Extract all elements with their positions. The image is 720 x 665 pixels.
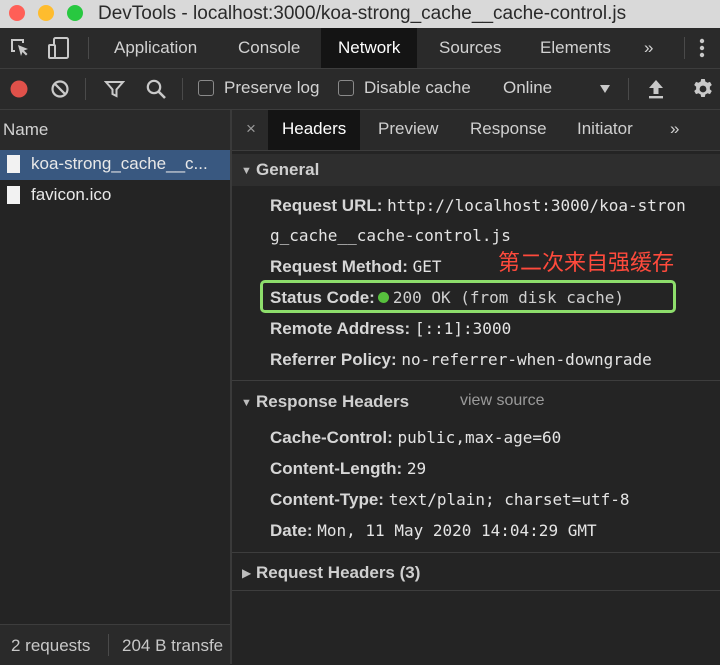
response-headers-section-header[interactable]: ▼ Response Headers view source (232, 386, 720, 418)
search-icon[interactable] (145, 78, 167, 100)
toolbar-separator (684, 37, 685, 59)
request-headers-section-header[interactable]: ▶ Request Headers (3) (232, 557, 720, 589)
general-section-title: General (256, 160, 320, 179)
dropdown-arrow-icon[interactable] (599, 84, 611, 94)
summary-separator (108, 634, 109, 656)
tab-response[interactable]: Response (456, 110, 561, 150)
clear-icon[interactable] (50, 79, 70, 99)
status-code-key: Status Code: (270, 288, 375, 307)
content-type-key: Content-Type: (270, 490, 384, 509)
network-toolbar: Preserve log Disable cache Online (0, 69, 720, 110)
toolbar-separator (628, 78, 629, 100)
file-icon (7, 186, 20, 204)
view-source-link[interactable]: view source (460, 392, 544, 410)
status-ok-dot-icon (377, 292, 389, 303)
request-headers-title: Request Headers (3) (256, 563, 421, 582)
content-type-row: Content-Type: text/plain; charset=utf-8 (270, 490, 630, 510)
section-divider (232, 552, 720, 553)
tab-network[interactable]: Network (321, 28, 418, 68)
request-url-key: Request URL: (270, 196, 383, 215)
settings-icon[interactable] (691, 77, 715, 101)
request-list-panel: Name koa-strong_cache__c... favicon.ico … (0, 110, 230, 665)
toolbar-separator (88, 37, 89, 59)
expand-down-icon: ▼ (241, 165, 252, 177)
remote-address-value: [::1]:3000 (414, 319, 512, 338)
request-url-row: Request URL: http://localhost:3000/koa-s… (270, 196, 686, 216)
referrer-policy-value: no-referrer-when-downgrade (401, 350, 652, 369)
request-url-value-cont: g_cache__cache-control.js (270, 226, 511, 245)
content-type-value: text/plain; charset=utf-8 (388, 490, 630, 509)
date-row: Date: Mon, 11 May 2020 14:04:29 GMT (270, 521, 597, 541)
disable-cache-label: Disable cache (364, 78, 471, 97)
tab-initiator[interactable]: Initiator (563, 110, 647, 150)
toolbar-separator (85, 78, 86, 100)
request-name: koa-strong_cache__c... (31, 154, 208, 173)
window-title: DevTools - localhost:3000/koa-strong_cac… (98, 3, 627, 24)
cache-annotation: 第二次来自强缓存 (498, 251, 675, 276)
preserve-log-checkbox[interactable] (198, 80, 214, 96)
throttling-select[interactable]: Online (503, 78, 552, 98)
transfer-size: 204 B transfe (122, 636, 224, 655)
tab-application[interactable]: Application (97, 28, 214, 68)
maximize-window-button[interactable] (67, 5, 83, 21)
expand-down-icon: ▼ (241, 397, 252, 409)
request-method-row: Request Method: GET (270, 257, 442, 277)
content-length-value: 29 (406, 459, 427, 478)
disable-cache-checkbox[interactable] (338, 80, 354, 96)
response-headers-title: Response Headers (256, 392, 410, 411)
section-divider (232, 380, 720, 381)
name-column-label: Name (3, 120, 49, 139)
filter-icon[interactable] (104, 79, 125, 99)
record-icon[interactable] (9, 79, 29, 99)
inspect-element-icon[interactable] (8, 36, 32, 60)
request-method-value: GET (412, 257, 442, 276)
remote-address-row: Remote Address: [::1]:3000 (270, 319, 511, 339)
date-key: Date: (270, 521, 313, 540)
tab-elements[interactable]: Elements (523, 28, 628, 68)
request-url-value: http://localhost:3000/koa-stron (387, 196, 686, 215)
general-section-header[interactable]: ▼ General (232, 154, 720, 186)
more-vert-icon[interactable] (695, 36, 709, 60)
close-detail-button[interactable]: × (232, 110, 270, 150)
section-divider (232, 590, 720, 591)
network-summary-bar: 2 requests 204 B transfe (0, 624, 230, 665)
content-length-key: Content-Length: (270, 459, 403, 478)
expand-right-icon: ▶ (242, 566, 252, 580)
toolbar-separator (182, 78, 183, 100)
tab-headers[interactable]: Headers (268, 110, 361, 150)
request-count: 2 requests (11, 636, 91, 655)
status-code-value: 200 OK (from disk cache) (392, 288, 625, 307)
request-row[interactable]: koa-strong_cache__c... (0, 150, 230, 180)
close-window-button[interactable] (9, 5, 25, 21)
import-har-icon[interactable] (646, 78, 666, 100)
request-row[interactable]: favicon.ico (0, 181, 230, 211)
preserve-log-label: Preserve log (224, 78, 320, 97)
remote-address-key: Remote Address: (270, 319, 411, 338)
name-column-header[interactable]: Name (0, 110, 230, 151)
device-toolbar-icon[interactable] (47, 36, 71, 60)
cache-control-key: Cache-Control: (270, 428, 393, 447)
main-tab-bar: Application Console Network Sources Elem… (0, 28, 720, 69)
referrer-policy-key: Referrer Policy: (270, 350, 397, 369)
content-length-row: Content-Length: 29 (270, 459, 426, 479)
tab-preview[interactable]: Preview (364, 110, 452, 150)
more-detail-tabs-button[interactable]: » (656, 110, 693, 150)
detail-tab-bar: × Headers Preview Response Initiator » (232, 110, 720, 151)
window-titlebar: DevTools - localhost:3000/koa-strong_cac… (0, 0, 720, 28)
referrer-policy-row: Referrer Policy: no-referrer-when-downgr… (270, 350, 652, 370)
request-method-key: Request Method: (270, 257, 408, 276)
tab-sources[interactable]: Sources (422, 28, 518, 68)
date-value: Mon, 11 May 2020 14:04:29 GMT (317, 521, 597, 540)
cache-control-row: Cache-Control: public,max-age=60 (270, 428, 561, 448)
request-url-continuation: g_cache__cache-control.js (270, 226, 511, 246)
cache-control-value: public,max-age=60 (397, 428, 562, 447)
minimize-window-button[interactable] (38, 5, 54, 21)
request-name: favicon.ico (31, 185, 112, 204)
more-tabs-button[interactable]: » (627, 28, 670, 68)
status-code-row: Status Code: 200 OK (from disk cache) (270, 288, 624, 308)
tab-console[interactable]: Console (221, 28, 317, 68)
file-icon (7, 155, 20, 173)
request-detail-panel: × Headers Preview Response Initiator » ▼… (232, 110, 720, 664)
